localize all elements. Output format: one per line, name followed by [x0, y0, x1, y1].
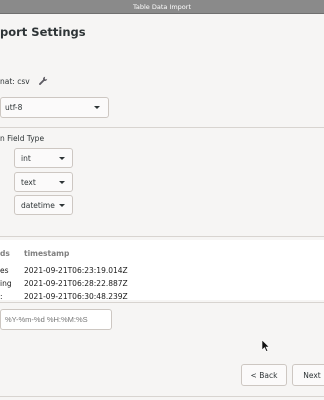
- table-cell: ing: [0, 279, 12, 288]
- divider: [0, 127, 324, 128]
- encoding-select[interactable]: utf-8: [0, 97, 109, 118]
- next-button[interactable]: Next: [292, 364, 324, 386]
- wrench-icon[interactable]: [38, 76, 48, 86]
- table-header-timestamp: timestamp: [24, 249, 70, 258]
- table-cell: 2021-09-21T06:28:22.887Z: [24, 279, 128, 288]
- table-cell: es: [0, 266, 9, 275]
- encoding-value: utf-8: [5, 103, 23, 112]
- table-cell: 2021-09-21T06:30:48.239Z: [24, 292, 128, 301]
- format-row: nat: csv: [0, 76, 48, 86]
- format-label: nat: csv: [0, 76, 30, 86]
- table-cell: 2021-09-21T06:23:19.014Z: [24, 266, 128, 275]
- window-title: Table Data Import: [132, 3, 192, 11]
- field-type-value-3: datetime: [21, 200, 55, 210]
- field-type-select-3[interactable]: datetime: [14, 195, 73, 215]
- chevron-down-icon: [94, 106, 100, 109]
- window-titlebar: Table Data Import: [0, 0, 324, 14]
- chevron-down-icon: [59, 180, 65, 184]
- table-header-col-a: ds: [0, 249, 10, 258]
- field-type-select-1[interactable]: int: [14, 148, 73, 168]
- field-type-value-1: int: [21, 153, 31, 163]
- field-type-select-2[interactable]: text: [14, 172, 73, 192]
- back-button[interactable]: < Back: [241, 364, 287, 386]
- field-type-value-2: text: [21, 177, 36, 187]
- table-cell: :: [0, 292, 3, 301]
- next-button-label: Next: [303, 370, 321, 380]
- divider: [0, 236, 324, 237]
- chevron-down-icon: [59, 156, 65, 160]
- fields-header: n Field Type: [0, 134, 45, 143]
- mouse-pointer-icon: [262, 340, 270, 352]
- datetime-format-input[interactable]: [0, 309, 112, 330]
- chevron-down-icon: [59, 203, 65, 207]
- page-heading: port Settings: [0, 25, 86, 39]
- divider: [0, 302, 324, 303]
- back-button-label: < Back: [250, 370, 278, 380]
- divider: [0, 396, 324, 397]
